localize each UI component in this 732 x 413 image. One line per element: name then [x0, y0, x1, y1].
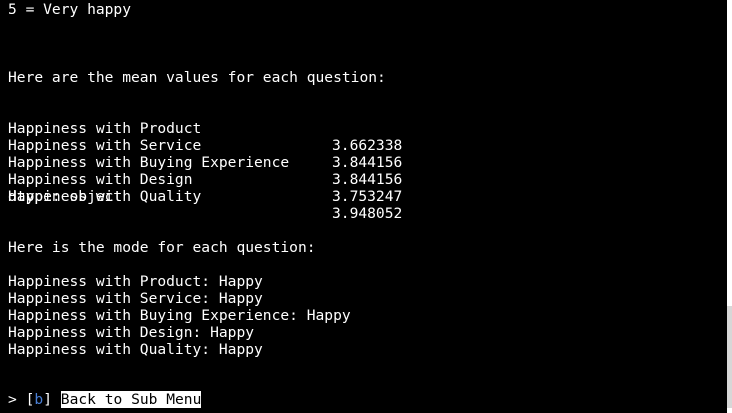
mean-row: Happiness with Product 3.662338 [8, 103, 402, 154]
mode-line: Happiness with Quality: Happy [8, 341, 263, 358]
prompt-cursor: > [8, 391, 17, 408]
hotkey: b [34, 391, 44, 408]
mean-value: 3.844156 [332, 171, 403, 188]
menu-option-back[interactable]: [b] Back to Sub Menu [26, 391, 202, 408]
mean-value: 3.753247 [332, 188, 403, 205]
mode-line: Happiness with Design: Happy [8, 324, 255, 341]
mean-value: 3.844156 [332, 154, 403, 171]
mean-value: 3.948052 [332, 205, 403, 222]
mode-line: Happiness with Service: Happy [8, 290, 263, 307]
mean-row: Happiness with Service 3.844156 [8, 120, 402, 171]
scrollbar-thumb[interactable] [727, 306, 732, 408]
back-to-sub-menu-label[interactable]: Back to Sub Menu [60, 391, 202, 408]
means-heading: Here are the mean values for each questi… [8, 69, 386, 86]
mode-line: Happiness with Buying Experience: Happy [8, 307, 351, 324]
mode-line: Happiness with Product: Happy [8, 273, 263, 290]
mean-value: 3.662338 [332, 137, 403, 154]
scale-line: 5 = Very happy [8, 1, 132, 18]
mean-label: Happiness with Buying Experience [8, 154, 290, 171]
mean-row: Happiness with Quality 3.948052 [8, 171, 402, 222]
mode-heading: Here is the mode for each question: [8, 239, 316, 256]
mean-row: Happiness with Buying Experience 3.84415… [8, 137, 402, 188]
mean-row: Happiness with Design 3.753247 [8, 154, 402, 205]
close-bracket: ] [43, 391, 52, 408]
dtype-line: dtype: object [8, 188, 123, 205]
terminal-window: 5 = Very happy Here are the mean values … [0, 0, 727, 413]
scrollbar[interactable] [727, 0, 732, 413]
menu-prompt: > [b] Back to Sub Menu [8, 391, 202, 408]
